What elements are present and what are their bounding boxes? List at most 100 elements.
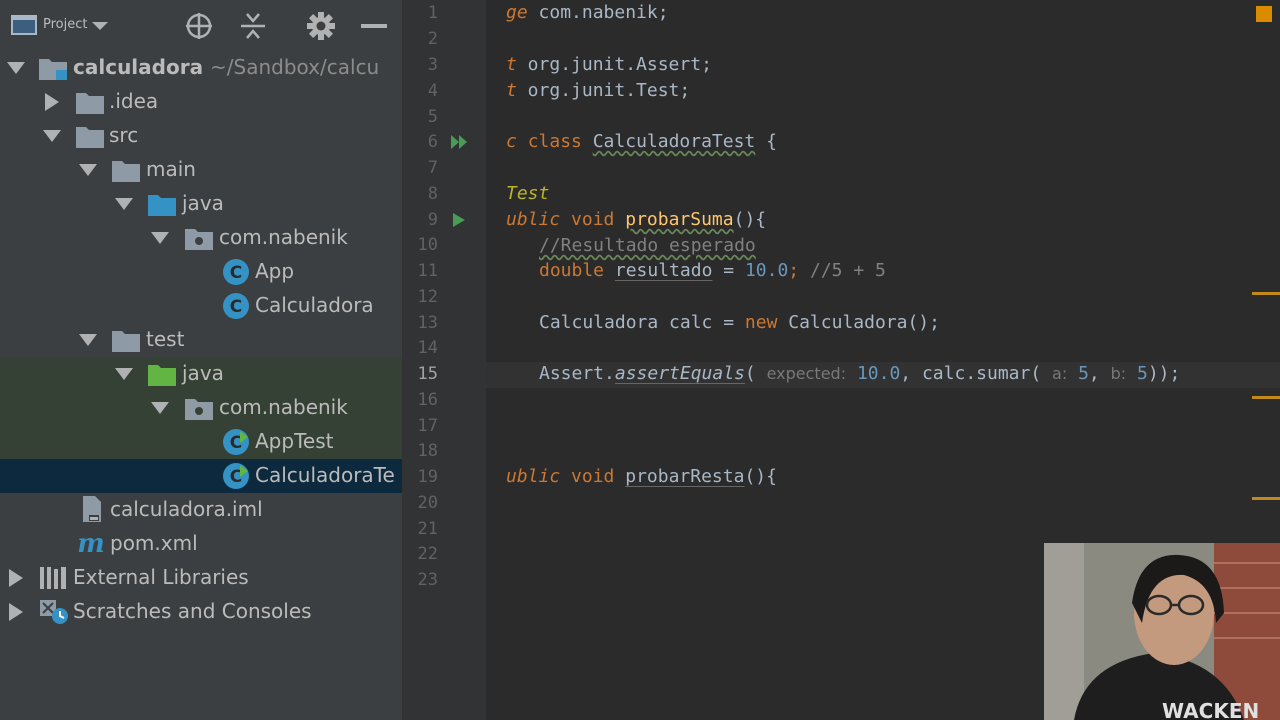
tree-item-label: App — [255, 259, 295, 283]
inspection-status-icon[interactable] — [1256, 6, 1272, 22]
code-token: (){ — [733, 209, 767, 230]
tree-item-external-libraries[interactable]: External Libraries — [0, 561, 402, 595]
code-token: ublic — [506, 466, 561, 487]
code-token: 5 — [1137, 363, 1148, 384]
collapsed-arrow-icon[interactable] — [4, 566, 28, 590]
tree-item-apptest[interactable]: C AppTest — [0, 425, 402, 459]
code-token: t — [506, 54, 517, 75]
libraries-icon — [38, 565, 68, 591]
expand-arrow-icon[interactable] — [148, 396, 172, 420]
code-line-4[interactable]: t org.junit.Test; — [506, 80, 690, 101]
code-line-8[interactable]: Test — [506, 183, 549, 204]
locate-crosshair-icon[interactable] — [184, 11, 214, 41]
line-number: 11 — [417, 261, 438, 281]
code-line-3[interactable]: t org.junit.Assert; — [506, 54, 712, 75]
parameter-hint: a: — [1052, 364, 1068, 383]
line-number: 6 — [427, 132, 438, 152]
line-number: 10 — [417, 235, 438, 255]
code-token: ublic — [506, 209, 561, 230]
line-number: 7 — [427, 158, 438, 178]
code-line-10[interactable]: //Resultado esperado — [539, 235, 756, 256]
minimize-icon[interactable] — [360, 16, 388, 36]
project-view-icon[interactable] — [10, 13, 38, 37]
run-class-icon[interactable] — [450, 133, 470, 155]
svg-text:WACKEN: WACKEN — [1162, 699, 1259, 720]
code-token: CalculadoraTest — [592, 131, 756, 152]
code-line-15[interactable]: Assert.assertEquals( expected: 10.0, cal… — [539, 363, 1180, 384]
tree-item-label: .idea — [109, 89, 159, 113]
tree-item-idea[interactable]: .idea — [0, 85, 402, 119]
code-line-9[interactable]: ublic void probarSuma(){ — [506, 209, 766, 230]
tree-item-scratches[interactable]: Scratches and Consoles — [0, 595, 402, 629]
gear-icon[interactable] — [305, 10, 337, 42]
code-line-1[interactable]: ge com.nabenik; — [506, 2, 669, 23]
expand-arrow-icon[interactable] — [112, 362, 136, 386]
code-token: , — [1088, 363, 1100, 384]
parameter-hint: b: — [1110, 364, 1127, 383]
code-line-11[interactable]: double resultado = 10.0; //5 + 5 — [539, 260, 886, 281]
chevron-down-icon[interactable] — [90, 16, 110, 36]
collapsed-arrow-icon[interactable] — [4, 600, 28, 624]
code-line-6[interactable]: c class CalculadoraTest { — [506, 131, 777, 152]
tree-item-java-main[interactable]: java — [0, 187, 402, 221]
tree-item-test[interactable]: test — [0, 323, 402, 357]
project-panel-title[interactable]: Project — [43, 17, 87, 32]
tree-item-iml[interactable]: calculadora.iml — [0, 493, 402, 527]
code-token: c — [506, 131, 517, 152]
source-folder-icon — [147, 191, 177, 217]
expand-arrow-icon[interactable] — [40, 124, 64, 148]
maven-icon: m — [76, 529, 106, 557]
code-token: void — [571, 209, 615, 230]
folder-icon — [75, 89, 105, 115]
svg-text:C: C — [230, 263, 242, 283]
collapse-all-icon[interactable] — [238, 11, 268, 41]
line-number: 23 — [417, 570, 438, 590]
tree-item-package-test[interactable]: com.nabenik — [0, 391, 402, 425]
warning-marker[interactable] — [1252, 292, 1280, 295]
java-test-class-icon: C — [221, 463, 251, 489]
tree-item-label: com.nabenik — [219, 395, 348, 419]
tree-item-label: AppTest — [255, 429, 334, 453]
folder-icon — [111, 327, 141, 353]
tree-item-src[interactable]: src — [0, 119, 402, 153]
line-number: 8 — [427, 184, 438, 204]
tree-item-app[interactable]: C App — [0, 255, 402, 289]
tree-item-main[interactable]: main — [0, 153, 402, 187]
code-token: Test — [506, 183, 550, 204]
tree-item-label: java — [182, 191, 224, 215]
code-token: ge — [506, 2, 528, 23]
tree-item-package-main[interactable]: com.nabenik — [0, 221, 402, 255]
collapsed-arrow-icon[interactable] — [40, 90, 64, 114]
tree-item-pom[interactable]: m pom.xml — [0, 527, 402, 561]
project-toolbar: Project — [0, 0, 402, 50]
code-line-19[interactable]: ublic void probarResta(){ — [506, 466, 777, 487]
run-test-icon[interactable] — [450, 211, 468, 233]
line-number: 1 — [427, 3, 438, 23]
code-token: (){ — [744, 466, 777, 487]
tree-item-calculadoratest[interactable]: C CalculadoraTe — [0, 459, 402, 493]
expand-arrow-icon[interactable] — [148, 226, 172, 250]
expand-arrow-icon[interactable] — [4, 56, 28, 80]
line-number: 21 — [417, 519, 438, 539]
warning-marker[interactable] — [1252, 497, 1280, 500]
code-token: , calc.sumar( — [900, 363, 1042, 384]
java-test-class-icon: C — [221, 429, 251, 455]
code-line-13[interactable]: Calculadora calc = new Calculadora(); — [539, 312, 940, 333]
line-number: 3 — [427, 55, 438, 75]
line-number: 4 — [427, 81, 438, 101]
tree-item-java-test[interactable]: java — [0, 357, 402, 391]
code-token: com.nabenik; — [527, 2, 669, 23]
expand-arrow-icon[interactable] — [76, 158, 100, 182]
code-token: 10.0 — [856, 363, 901, 384]
line-number-current: 15 — [417, 364, 438, 384]
tree-item-label: calculadora.iml — [110, 497, 263, 521]
scratches-icon — [38, 598, 68, 624]
tree-item-calculadora-class[interactable]: C Calculadora — [0, 289, 402, 323]
line-number: 14 — [417, 338, 438, 358]
tree-item-label: src — [109, 123, 139, 147]
code-token: ( — [744, 363, 756, 384]
tree-item-calculadora[interactable]: calculadora ~/Sandbox/calcu — [0, 51, 402, 85]
expand-arrow-icon[interactable] — [76, 328, 100, 352]
expand-arrow-icon[interactable] — [112, 192, 136, 216]
warning-marker[interactable] — [1252, 396, 1280, 399]
